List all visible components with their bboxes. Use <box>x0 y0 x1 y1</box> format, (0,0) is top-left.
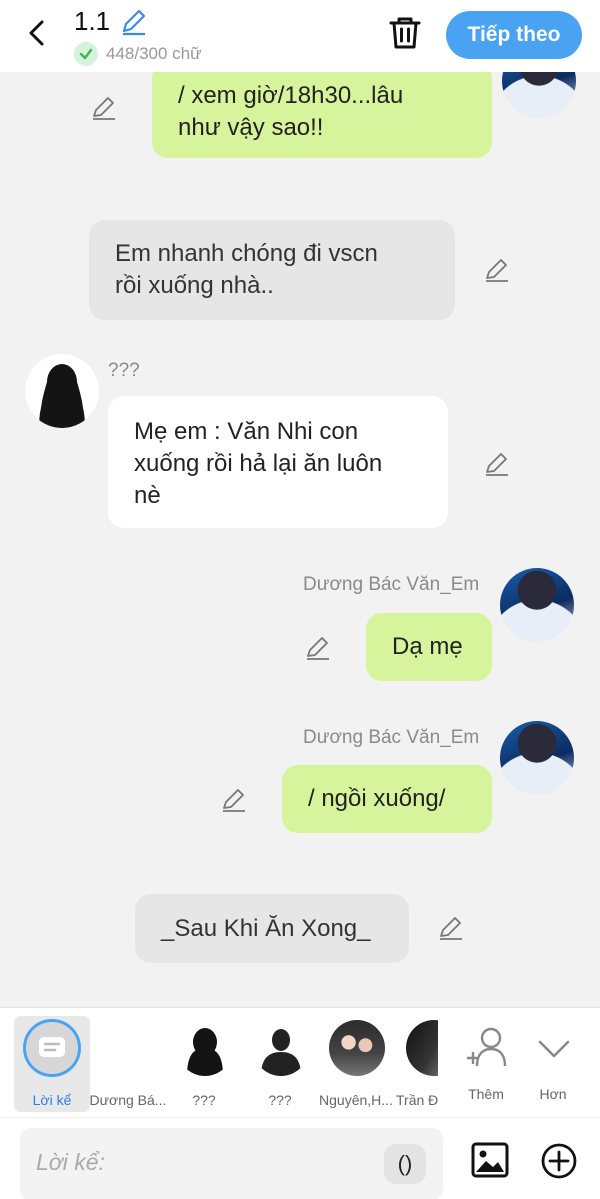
message-bubble[interactable]: / ngồi xuống/ <box>282 765 492 833</box>
character-label: Hơn <box>539 1086 567 1102</box>
trash-icon[interactable] <box>386 14 424 52</box>
character-nguyen[interactable]: Nguyên,H... <box>318 1016 394 1112</box>
sender-name: ??? <box>108 360 140 381</box>
message-input-box[interactable]: () <box>20 1128 443 1199</box>
character-unknown-2[interactable]: ??? <box>242 1016 318 1112</box>
message-line: _Sau Khi Ăn Xong_ <box>161 915 371 942</box>
silhouette-avatar-icon <box>253 1020 309 1076</box>
edit-message-pencil-icon[interactable] <box>304 634 332 662</box>
sender-avatar[interactable] <box>25 354 99 428</box>
character-avatar <box>406 1020 438 1076</box>
character-avatar <box>101 1020 157 1076</box>
message-line: nè <box>134 482 161 509</box>
message-line: / xem giờ/18h30...lâu <box>178 82 404 109</box>
chat-area[interactable]: / xem giờ/18h30...lâu như vậy sao!! Em n… <box>0 72 600 1007</box>
character-narration[interactable]: Lời kể <box>14 1016 90 1112</box>
add-person-icon <box>467 1027 507 1067</box>
character-label: Trần Đ <box>396 1092 438 1108</box>
message-line: xuống rồi hả lại ăn luôn <box>134 450 383 477</box>
image-icon[interactable] <box>470 1140 510 1180</box>
sender-avatar[interactable] <box>502 72 576 118</box>
character-unknown-1[interactable]: ??? <box>166 1016 242 1112</box>
character-tran[interactable]: Trần Đ <box>394 1016 438 1112</box>
character-duong-bac[interactable]: Dương Bá... <box>90 1016 166 1112</box>
message-bubble[interactable]: Dạ mẹ <box>366 613 492 681</box>
edit-message-pencil-icon[interactable] <box>483 256 511 284</box>
message-bubble[interactable]: Mẹ em : Văn Nhi con xuống rồi hả lại ăn … <box>108 396 448 528</box>
action-parentheses-button[interactable]: () <box>384 1144 426 1184</box>
message-line: / ngồi xuống/ <box>308 785 446 812</box>
edit-message-pencil-icon[interactable] <box>90 94 118 122</box>
silhouette-avatar-icon <box>39 364 85 428</box>
plus-circle-icon[interactable] <box>540 1142 578 1180</box>
edit-title-pencil-icon[interactable] <box>119 7 149 37</box>
message-line: Em nhanh chóng đi vscn <box>115 240 378 267</box>
message-line: Mẹ em : Văn Nhi con <box>134 418 359 445</box>
character-label: ??? <box>192 1092 216 1108</box>
silhouette-avatar-icon <box>177 1020 233 1076</box>
sender-name: Dương Bác Văn_Em <box>303 727 480 748</box>
word-counter: 448/300 chữ <box>74 42 202 66</box>
input-bar: () <box>0 1117 600 1199</box>
chevron-down-icon <box>538 1040 570 1058</box>
character-label: ??? <box>268 1092 292 1108</box>
edit-message-pencil-icon[interactable] <box>220 786 248 814</box>
character-label: Nguyên,H... <box>319 1092 393 1108</box>
message-input[interactable] <box>36 1142 376 1182</box>
next-button[interactable]: Tiếp theo <box>446 11 582 59</box>
message-bubble[interactable]: / xem giờ/18h30...lâu như vậy sao!! <box>152 72 492 158</box>
story-title: 1.1 <box>74 6 111 36</box>
sender-name: Dương Bác Văn_Em <box>303 574 480 595</box>
sender-avatar[interactable] <box>500 721 574 795</box>
message-line: Dạ mẹ <box>392 633 463 660</box>
character-label: Dương Bá... <box>89 1092 167 1108</box>
narration-icon <box>23 1019 81 1077</box>
more-characters-button[interactable]: Hơn <box>515 1016 591 1112</box>
check-icon <box>74 42 98 66</box>
message-line: như vậy sao!! <box>178 114 324 141</box>
edit-message-pencil-icon[interactable] <box>437 914 465 942</box>
narration-bubble[interactable]: Em nhanh chóng đi vscn rồi xuống nhà.. <box>89 220 455 320</box>
back-arrow-icon[interactable] <box>22 18 52 48</box>
word-count-text: 448/300 chữ <box>106 44 202 63</box>
character-avatar <box>329 1020 385 1076</box>
narration-bubble[interactable]: _Sau Khi Ăn Xong_ <box>135 894 409 963</box>
sender-avatar[interactable] <box>500 568 574 642</box>
character-label: Lời kể <box>32 1092 72 1108</box>
title-row: 1.1 <box>74 6 149 37</box>
message-line: rồi xuống nhà.. <box>115 272 274 299</box>
edit-message-pencil-icon[interactable] <box>483 450 511 478</box>
top-bar: 1.1 448/300 chữ Tiếp theo <box>0 0 600 72</box>
character-selector: Lời kể Dương Bá... ??? ??? Nguyên,H... T… <box>0 1007 600 1117</box>
